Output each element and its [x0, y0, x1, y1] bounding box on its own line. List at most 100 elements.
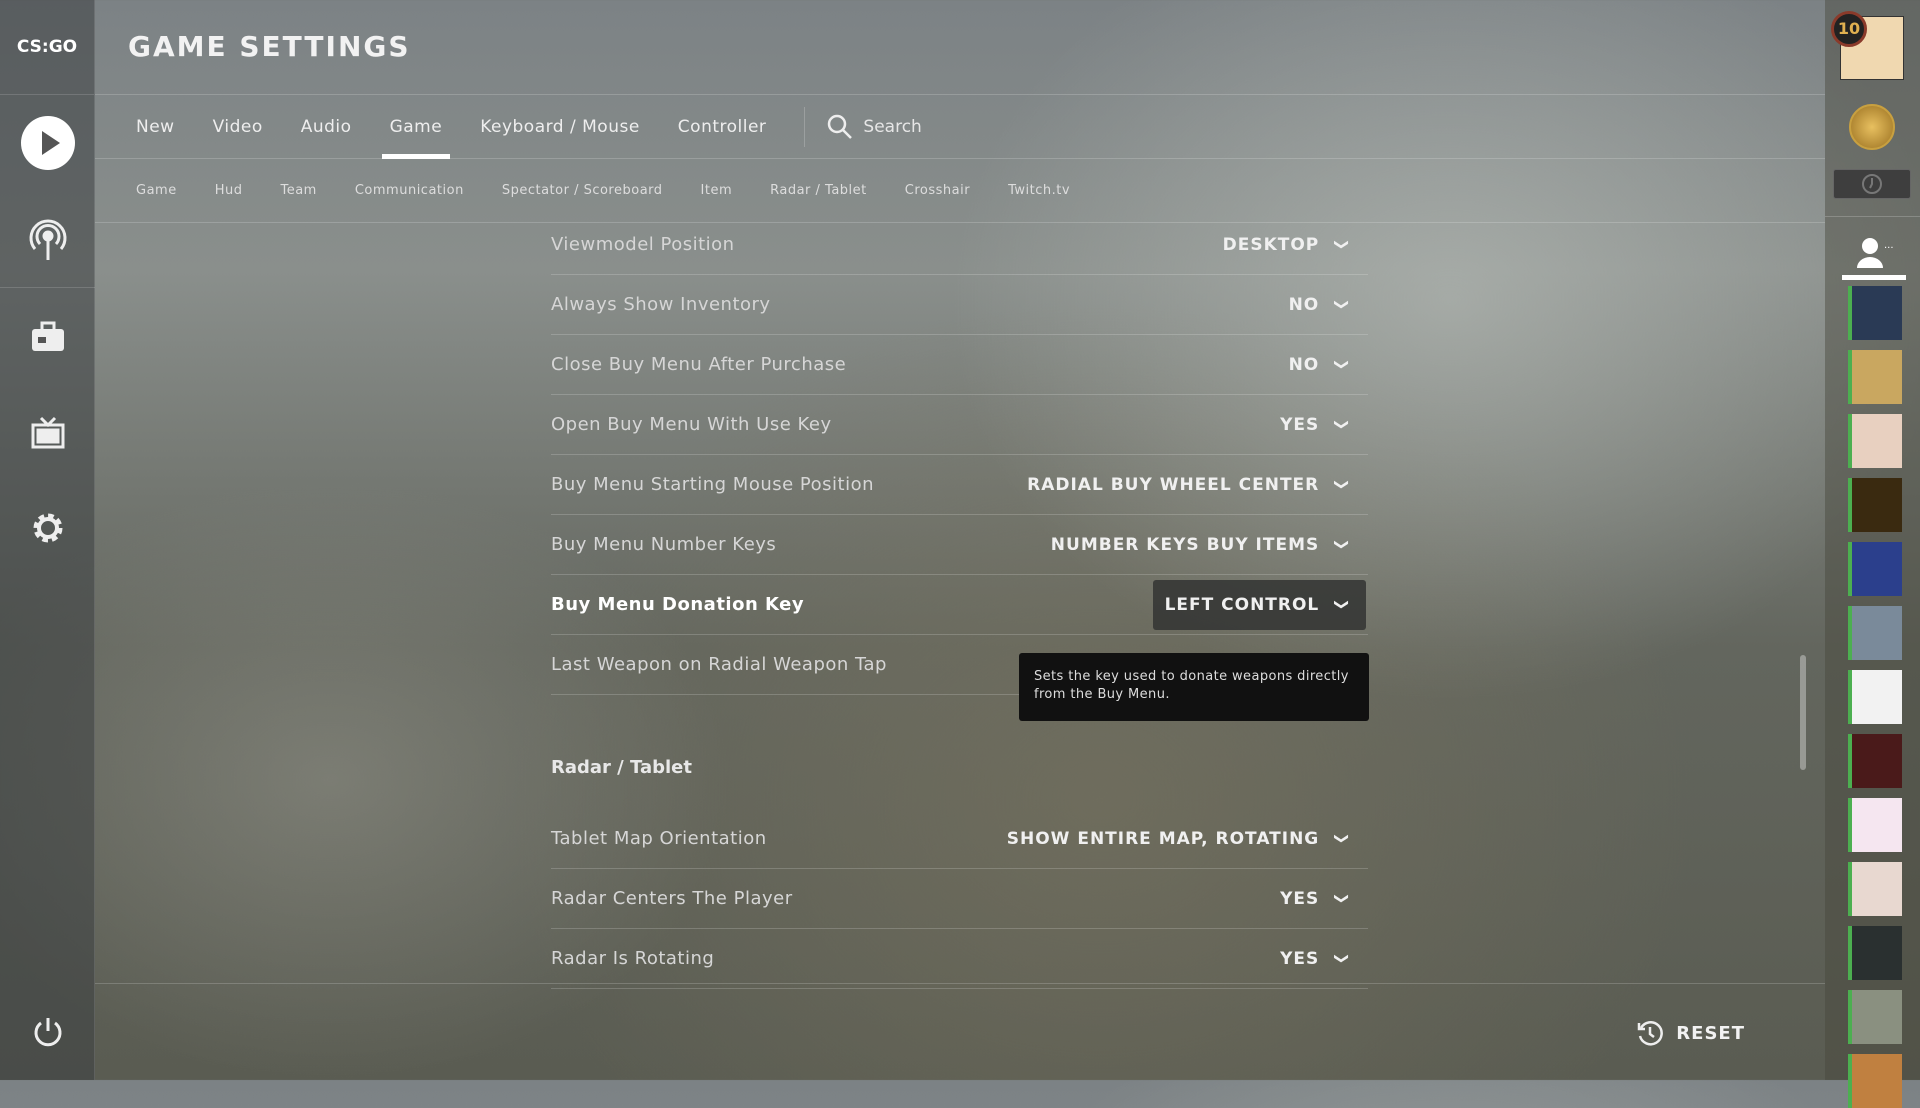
setting-row: Open Buy Menu With Use Key YES ❯ — [551, 395, 1368, 455]
subtab-team[interactable]: Team — [280, 183, 316, 198]
setting-dropdown[interactable]: SHOW ENTIRE MAP, ROTATING ❯ — [995, 814, 1366, 864]
chevron-down-icon: ❯ — [1333, 538, 1350, 551]
friend-avatar[interactable] — [1848, 350, 1902, 404]
setting-row: Buy Menu Starting Mouse Position RADIAL … — [551, 455, 1368, 515]
settings-button[interactable] — [0, 493, 95, 563]
setting-value: SHOW ENTIRE MAP, ROTATING — [1006, 828, 1320, 849]
friend-avatar[interactable] — [1848, 286, 1902, 340]
header: GAME SETTINGS — [95, 0, 1825, 95]
subtab-twitch[interactable]: Twitch.tv — [1008, 183, 1070, 198]
tab-audio[interactable]: Audio — [301, 95, 352, 159]
setting-label: Buy Menu Number Keys — [551, 534, 777, 555]
broadcast-button[interactable] — [0, 205, 95, 275]
subtab-communication[interactable]: Communication — [355, 183, 464, 198]
setting-value: RADIAL BUY WHEEL CENTER — [1027, 474, 1320, 495]
chevron-down-icon: ❯ — [1333, 358, 1350, 371]
setting-dropdown[interactable]: NO ❯ — [1277, 280, 1366, 330]
search-button[interactable]: Search — [827, 114, 922, 140]
setting-label: Buy Menu Donation Key — [551, 594, 805, 615]
setting-dropdown[interactable]: RADIAL BUY WHEEL CENTER ❯ — [1015, 460, 1366, 510]
level-badge: 10 — [1831, 11, 1867, 47]
friend-avatar[interactable] — [1848, 862, 1902, 916]
subtab-game[interactable]: Game — [136, 183, 177, 198]
play-icon — [20, 116, 75, 170]
tab-game[interactable]: Game — [381, 95, 450, 159]
tab-controller[interactable]: Controller — [678, 95, 767, 159]
friend-avatar[interactable] — [1848, 670, 1902, 724]
subtab-hud[interactable]: Hud — [215, 183, 243, 198]
reset-button[interactable]: RESET — [1636, 1019, 1745, 1047]
subtab-item[interactable]: Item — [701, 183, 733, 198]
setting-dropdown[interactable]: LEFT CONTROL ❯ — [1152, 579, 1366, 630]
gear-icon — [33, 513, 62, 543]
main-tabs: New Video Audio Game Keyboard / Mouse Co… — [95, 95, 1825, 159]
setting-label: Last Weapon on Radial Weapon Tap — [551, 654, 887, 675]
setting-row: Tablet Map Orientation SHOW ENTIRE MAP, … — [551, 809, 1368, 869]
setting-label: Buy Menu Starting Mouse Position — [551, 474, 875, 495]
csgo-logo: CS:GO — [0, 0, 94, 95]
inventory-button[interactable] — [0, 302, 95, 372]
clock-button[interactable] — [1833, 169, 1911, 199]
friend-avatar[interactable] — [1848, 414, 1902, 468]
chevron-down-icon: ❯ — [1333, 418, 1350, 431]
friends-panel: 10 ... — [1825, 0, 1920, 1108]
profile-avatar[interactable]: 10 — [1831, 11, 1904, 80]
chevron-down-icon: ❯ — [1333, 238, 1350, 251]
setting-dropdown[interactable]: YES ❯ — [1268, 874, 1366, 924]
chevron-down-icon: ❯ — [1333, 832, 1350, 845]
friend-avatar[interactable] — [1848, 798, 1902, 852]
tab-new[interactable]: New — [136, 95, 175, 159]
watch-button[interactable] — [0, 398, 95, 468]
friend-avatar[interactable] — [1848, 990, 1902, 1044]
play-button[interactable] — [0, 108, 95, 178]
page-title: GAME SETTINGS — [128, 30, 411, 63]
setting-value: NO — [1288, 354, 1320, 375]
setting-row: Always Show Inventory NO ❯ — [551, 275, 1368, 335]
tab-keyboard-mouse[interactable]: Keyboard / Mouse — [480, 95, 640, 159]
setting-value: LEFT CONTROL — [1164, 594, 1320, 615]
reset-label: RESET — [1676, 1022, 1745, 1044]
chevron-down-icon: ❯ — [1333, 892, 1350, 905]
divider — [804, 106, 806, 147]
subtab-radar-tablet[interactable]: Radar / Tablet — [770, 183, 867, 198]
setting-dropdown[interactable]: YES ❯ — [1268, 934, 1366, 984]
setting-row: Viewmodel Position DESKTOP ❯ — [551, 215, 1368, 275]
inventory-icon — [31, 321, 64, 351]
setting-dropdown[interactable]: YES ❯ — [1268, 400, 1366, 450]
subtab-crosshair[interactable]: Crosshair — [905, 183, 970, 198]
friend-avatar[interactable] — [1848, 478, 1902, 532]
tooltip: Sets the key used to donate weapons dire… — [1019, 653, 1369, 721]
chevron-down-icon: ❯ — [1333, 298, 1350, 311]
friend-avatar[interactable] — [1848, 734, 1902, 788]
setting-label: Tablet Map Orientation — [551, 828, 767, 849]
clock-icon — [1862, 174, 1882, 194]
setting-label: Radar Centers The Player — [551, 888, 793, 909]
setting-label: Close Buy Menu After Purchase — [551, 354, 847, 375]
friend-avatar[interactable] — [1848, 542, 1902, 596]
friend-avatar[interactable] — [1848, 926, 1902, 980]
setting-dropdown[interactable]: NUMBER KEYS BUY ITEMS ❯ — [1039, 520, 1366, 570]
setting-value: NUMBER KEYS BUY ITEMS — [1050, 534, 1320, 555]
setting-label: Always Show Inventory — [551, 294, 771, 315]
setting-label: Open Buy Menu With Use Key — [551, 414, 832, 435]
friend-avatar[interactable] — [1848, 606, 1902, 660]
broadcast-icon — [29, 219, 66, 260]
tab-video[interactable]: Video — [213, 95, 263, 159]
setting-dropdown[interactable]: NO ❯ — [1277, 340, 1366, 390]
friend-avatar[interactable] — [1848, 1054, 1902, 1108]
setting-label: Viewmodel Position — [551, 234, 735, 255]
setting-dropdown[interactable]: DESKTOP ❯ — [1211, 220, 1366, 270]
setting-row: Radar Centers The Player YES ❯ — [551, 869, 1368, 929]
rank-medal-icon[interactable] — [1849, 104, 1895, 150]
setting-row: Radar Is Rotating YES ❯ — [551, 929, 1368, 989]
footer: RESET — [95, 983, 1825, 1080]
person-icon: ... — [1857, 237, 1894, 268]
search-icon — [828, 114, 853, 139]
friends-tab[interactable]: ... — [1842, 230, 1906, 280]
scrollbar[interactable] — [1800, 655, 1806, 770]
chevron-down-icon: ❯ — [1333, 952, 1350, 965]
power-button[interactable] — [0, 997, 95, 1067]
section-title-radar: Radar / Tablet — [551, 757, 692, 778]
setting-label: Radar Is Rotating — [551, 948, 715, 969]
subtab-spectator-scoreboard[interactable]: Spectator / Scoreboard — [502, 183, 663, 198]
